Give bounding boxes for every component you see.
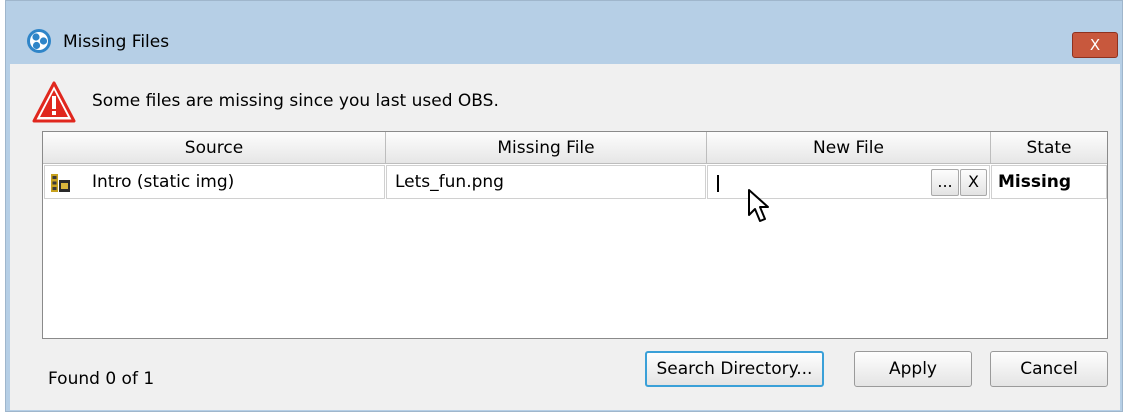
table-header: Source Missing File New File State [43,132,1107,164]
source-cell[interactable]: Intro (static img) [44,165,385,199]
missing-file-name: Lets_fun.png [395,172,504,192]
source-name: Intro (static img) [92,172,235,192]
missing-file-cell[interactable]: Lets_fun.png [386,165,706,199]
warning-triangle-icon [32,81,76,123]
missing-files-dialog: Missing Files X Some files are missing s… [5,0,1123,412]
obs-logo-icon [27,29,51,53]
close-button[interactable]: X [1072,32,1118,58]
found-status: Found 0 of 1 [48,369,155,389]
state-cell[interactable]: Missing [991,165,1107,199]
missing-files-table: Source Missing File New File State Intro… [42,131,1108,339]
apply-button[interactable]: Apply [854,351,972,387]
dialog-content: Some files are missing since you last us… [10,64,1120,410]
mouse-pointer-icon [748,189,769,222]
image-source-icon [51,174,70,192]
search-directory-button[interactable]: Search Directory... [645,351,824,387]
clear-button[interactable]: X [960,169,987,196]
column-header-state[interactable]: State [991,132,1107,164]
column-header-missing-file[interactable]: Missing File [386,132,707,164]
browse-button[interactable]: ... [931,169,959,196]
cancel-button[interactable]: Cancel [990,351,1108,387]
title-bar[interactable]: Missing Files X [6,1,1122,61]
column-header-new-file[interactable]: New File [707,132,991,164]
column-header-source[interactable]: Source [43,132,386,164]
table-row[interactable]: Intro (static img) Lets_fun.png ... X Mi… [43,164,1107,200]
new-file-input[interactable] [708,166,940,200]
window-title: Missing Files [63,32,170,52]
state-value: Missing [998,172,1072,192]
warning-message: Some files are missing since you last us… [92,91,499,111]
text-caret [717,175,719,192]
